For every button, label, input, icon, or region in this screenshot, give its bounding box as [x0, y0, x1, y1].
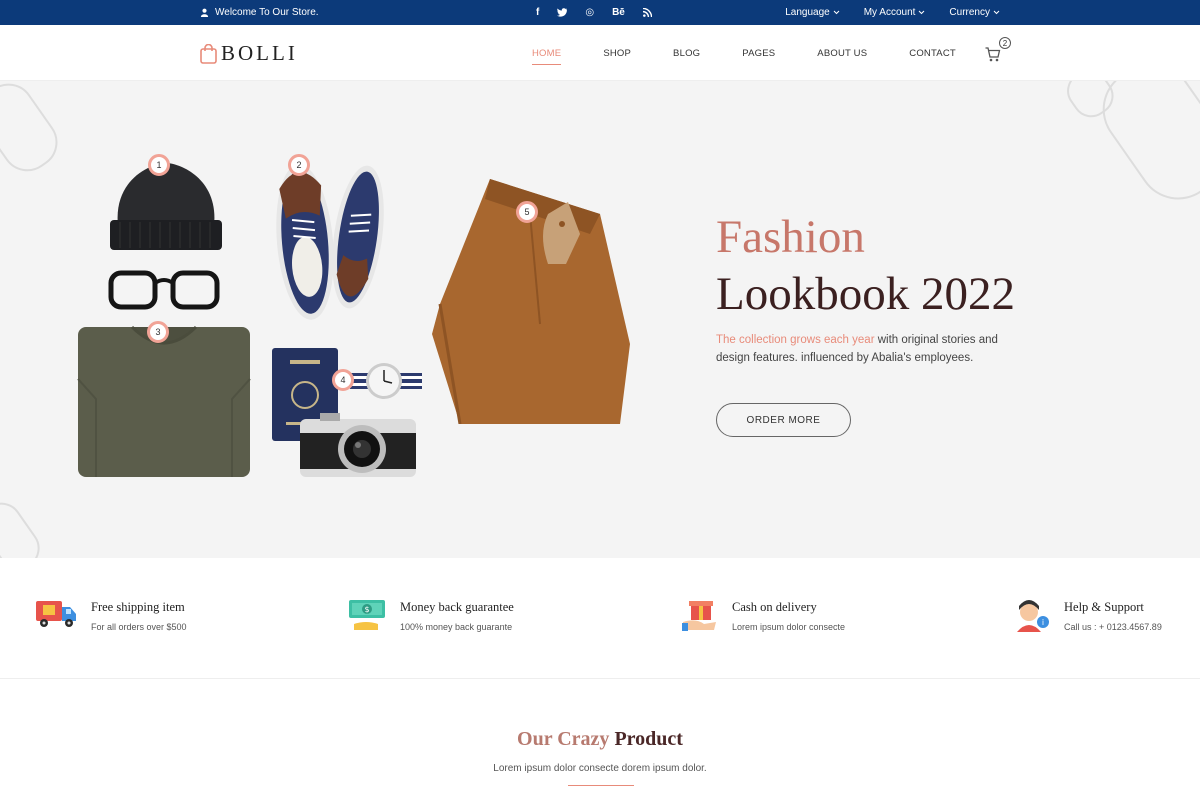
nav-home[interactable]: HOME	[532, 25, 562, 81]
feature-subtitle: Call us : + 0123.4567.89	[1064, 622, 1162, 632]
hero-title-line-1: Fashion	[716, 211, 865, 263]
support-agent-icon: i	[1017, 600, 1049, 632]
cart-count-badge: 2	[999, 37, 1011, 49]
section-subtitle: Lorem ipsum dolor consecte dorem ipsum d…	[493, 763, 707, 774]
feature-subtitle: For all orders over $500	[91, 622, 187, 632]
shoes-image	[276, 164, 384, 320]
section-title: Our Crazy Product	[0, 728, 1200, 751]
section-title-bold: Product	[614, 728, 683, 750]
currency-label: Currency	[949, 7, 990, 18]
dribbble-icon[interactable]: ◎	[585, 7, 594, 18]
feature-free-shipping: Free shipping item For all orders over $…	[35, 598, 187, 632]
hotspot-marker-1[interactable]: 1	[148, 154, 170, 176]
chevron-down-icon	[919, 10, 925, 15]
svg-text:$: $	[364, 605, 369, 614]
logo-text: BOLLI	[221, 41, 298, 65]
chevron-down-icon	[993, 10, 1000, 15]
shopping-bag-icon	[200, 43, 217, 64]
glasses-image	[108, 270, 220, 310]
currency-dropdown[interactable]: Currency	[949, 7, 1000, 18]
cart-icon	[985, 47, 1001, 62]
hero-title-line-2: Lookbook 2022	[716, 268, 1015, 320]
feature-title: Help & Support	[1064, 600, 1144, 614]
hero-banner: 1 2 3 4 5 Fashion Lookbook 2022 The coll…	[0, 81, 1200, 558]
feature-title: Cash on delivery	[732, 600, 817, 614]
hotspot-marker-5[interactable]: 5	[516, 201, 538, 223]
feature-subtitle: 100% money back guarante	[400, 622, 513, 632]
features-strip: Free shipping item For all orders over $…	[0, 558, 1200, 679]
section-divider	[568, 785, 634, 786]
feature-title: Money back guarantee	[400, 600, 514, 614]
hero-title: Fashion Lookbook 2022	[716, 209, 1015, 323]
top-menus: Language My Account Currency	[785, 0, 1000, 25]
nav-pages[interactable]: PAGES	[742, 25, 775, 81]
hotspot-marker-4[interactable]: 4	[332, 369, 354, 391]
gift-hand-icon	[682, 601, 716, 631]
nav-contact[interactable]: CONTACT	[909, 25, 956, 81]
decorative-outline-left	[0, 83, 58, 172]
top-bar: Welcome To Our Store. f ◎ Bē Language My…	[0, 0, 1200, 25]
logo[interactable]: BOLLI	[200, 41, 298, 66]
behance-icon[interactable]: Bē	[612, 7, 625, 18]
money-icon: $	[349, 600, 385, 630]
decorative-outline-bottom-left	[0, 502, 40, 558]
feature-money-back: $ Money back guarantee 100% money back g…	[348, 598, 514, 632]
feature-title: Free shipping item	[91, 600, 185, 614]
tshirt-image	[77, 325, 251, 477]
feature-subtitle: Lorem ipsum dolor consecte	[732, 622, 846, 632]
twitter-icon[interactable]	[557, 8, 568, 17]
main-nav: HOME SHOP BLOG PAGES ABOUT US CONTACT	[532, 25, 998, 81]
decorative-outline-right	[1067, 81, 1200, 200]
feature-help-support: i Help & Support Call us : + 0123.4567.8…	[1014, 598, 1162, 632]
hotspot-marker-2[interactable]: 2	[288, 154, 310, 176]
account-dropdown[interactable]: My Account	[864, 7, 926, 18]
account-label: My Account	[863, 7, 916, 18]
chevron-down-icon	[833, 10, 840, 15]
section-title-light: Our Crazy	[517, 728, 615, 750]
camera-image	[300, 413, 416, 477]
nav-shop[interactable]: SHOP	[603, 25, 631, 81]
social-links: f ◎ Bē	[536, 0, 652, 25]
order-more-button[interactable]: ORDER MORE	[716, 403, 851, 437]
welcome-text: Welcome To Our Store.	[215, 7, 319, 18]
nav-blog[interactable]: BLOG	[673, 25, 700, 81]
main-header: BOLLI HOME SHOP BLOG PAGES ABOUT US CONT…	[0, 25, 1200, 81]
svg-text:i: i	[1042, 618, 1044, 627]
user-icon	[200, 8, 209, 17]
hero-description-highlight: The collection grows each year	[716, 334, 875, 346]
language-label: Language	[785, 7, 830, 18]
language-dropdown[interactable]: Language	[785, 7, 840, 18]
watch-image	[350, 363, 422, 399]
feature-cash-on-delivery: Cash on delivery Lorem ipsum dolor conse…	[682, 598, 845, 632]
truck-icon	[36, 601, 76, 627]
cart-button[interactable]: 2	[985, 37, 1015, 67]
facebook-icon[interactable]: f	[536, 7, 539, 18]
welcome-message: Welcome To Our Store.	[200, 0, 319, 25]
rss-icon[interactable]	[642, 8, 652, 17]
hotspot-marker-3[interactable]: 3	[147, 321, 169, 343]
hero-description: The collection grows each year with orig…	[716, 331, 1016, 367]
nav-about-us[interactable]: ABOUT US	[817, 25, 867, 81]
